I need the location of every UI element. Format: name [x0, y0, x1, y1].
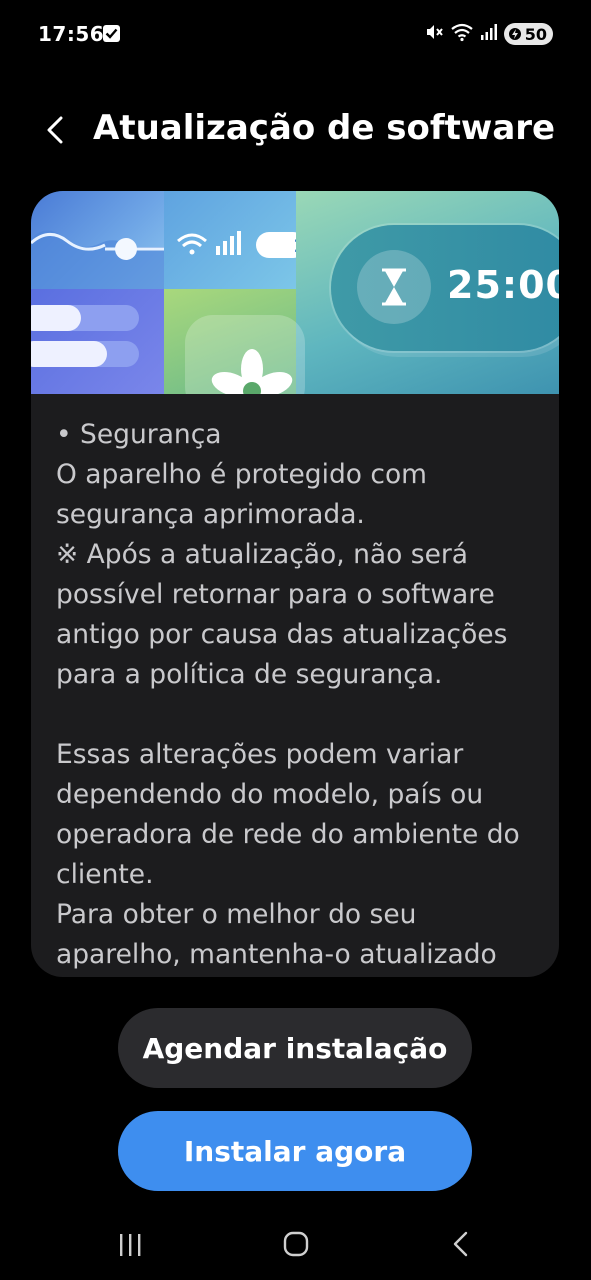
note-line: possível retornar para o software: [56, 579, 495, 610]
wifi-icon: [177, 233, 207, 255]
feature-banner: 100: [31, 191, 559, 394]
mute-icon: [424, 22, 444, 46]
release-notes-card[interactable]: 100: [31, 191, 559, 977]
note-line: Para obter o melhor do seu: [56, 899, 417, 930]
release-notes-text: • Segurança O aparelho é protegido com s…: [56, 415, 546, 975]
battery-icon: 50: [503, 23, 553, 45]
timer-text: 25:00: [447, 263, 559, 307]
home-icon[interactable]: [276, 1227, 316, 1263]
note-line: Essas alterações podem variar: [56, 739, 464, 770]
note-line: O aparelho é protegido com: [56, 459, 427, 490]
header: Atualização de software: [0, 100, 591, 160]
note-line: operadora de rede do ambiente do: [56, 819, 520, 850]
note-line: dependendo do modelo, país ou: [56, 779, 484, 810]
install-now-button[interactable]: Instalar agora: [118, 1111, 472, 1191]
banner-tile-status: 100: [164, 191, 296, 289]
screen: 17:56 50 Atualização de software 25:0 • …: [0, 0, 591, 1280]
note-line: cliente.: [56, 859, 154, 890]
signal-icon: [480, 23, 498, 45]
back-button[interactable]: [36, 110, 76, 150]
banner-tile-wave: [31, 191, 164, 289]
chevron-left-icon: [36, 116, 76, 154]
signal-icon: [216, 231, 241, 255]
navigation-bar: [0, 1215, 591, 1275]
note-line: aparelho, mantenha-o atualizado: [56, 939, 497, 970]
back-icon[interactable]: [442, 1227, 482, 1263]
battery-level: 50: [524, 24, 547, 44]
wifi-icon: [450, 22, 474, 46]
page-title: Atualização de software: [93, 108, 556, 148]
note-line: antigo por causa das atualizações: [56, 619, 508, 650]
flower-icon: [211, 349, 293, 394]
slider-icon: [115, 238, 137, 260]
schedule-install-button[interactable]: Agendar instalação: [118, 1008, 472, 1088]
status-bar: 17:56 50: [0, 0, 591, 70]
status-icons: 50: [424, 22, 553, 46]
note-line: ※ Após a atualização, não será: [56, 539, 469, 570]
hourglass-icon: [357, 250, 431, 324]
recent-apps-icon[interactable]: [110, 1227, 150, 1263]
note-line: para a política de segurança.: [56, 659, 443, 690]
note-line: • Segurança: [56, 419, 222, 450]
status-time: 17:56: [38, 22, 105, 46]
flower-widget: [185, 315, 305, 394]
note-line: segurança aprimorada.: [56, 499, 365, 530]
checkbox-notification-icon: [103, 25, 120, 42]
banner-tile-toggles: [31, 289, 164, 394]
